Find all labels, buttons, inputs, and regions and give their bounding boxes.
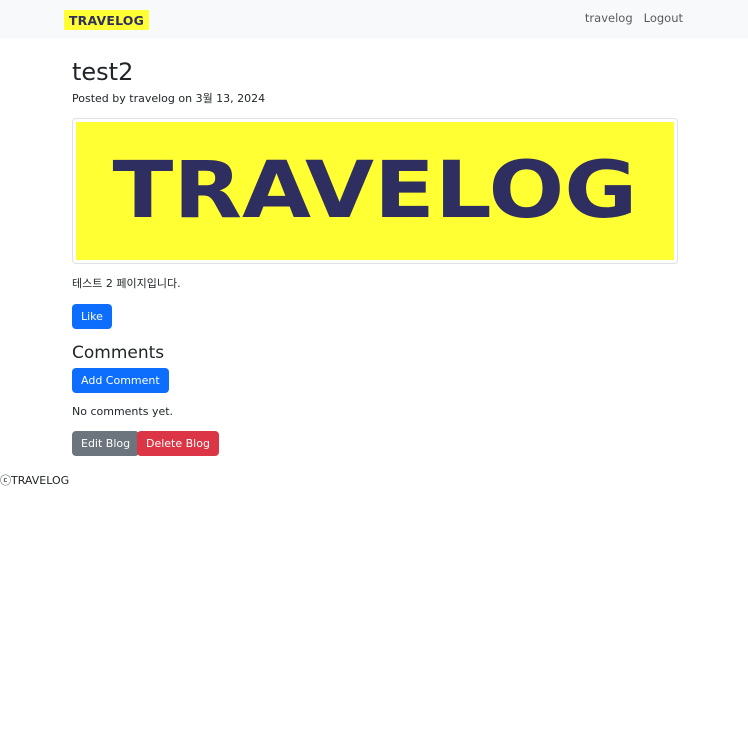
post-title: test2 (72, 58, 134, 86)
delete-blog-button[interactable]: Delete Blog (137, 431, 219, 456)
nav-link-logout[interactable]: Logout (644, 11, 683, 25)
post-image-logo: TRAVELOG (76, 122, 674, 260)
nav-link-user[interactable]: travelog (585, 11, 633, 25)
post-image-logo-text: TRAVELOG (113, 151, 638, 231)
comments-heading: Comments (72, 343, 165, 363)
no-comments-text: No comments yet. (72, 405, 174, 418)
post-image-logo-graphic: TRAVELOG (113, 151, 638, 231)
post-image: TRAVELOG (72, 118, 678, 264)
brand-logo[interactable]: TRAVELOG (64, 10, 149, 30)
edit-blog-button[interactable]: Edit Blog (72, 431, 140, 456)
footer: ⓒTRAVELOG (0, 474, 70, 487)
nav-links: travelog Logout (585, 11, 683, 25)
post-meta: Posted by travelog on 3월 13, 2024 (72, 92, 266, 105)
navbar: TRAVELOG travelog Logout (0, 0, 748, 38)
brand-logo-text: TRAVELOG (68, 12, 145, 28)
add-comment-button[interactable]: Add Comment (72, 368, 169, 393)
post-body: 테스트 2 페이지입니다. (72, 277, 181, 290)
like-button[interactable]: Like (72, 304, 112, 329)
